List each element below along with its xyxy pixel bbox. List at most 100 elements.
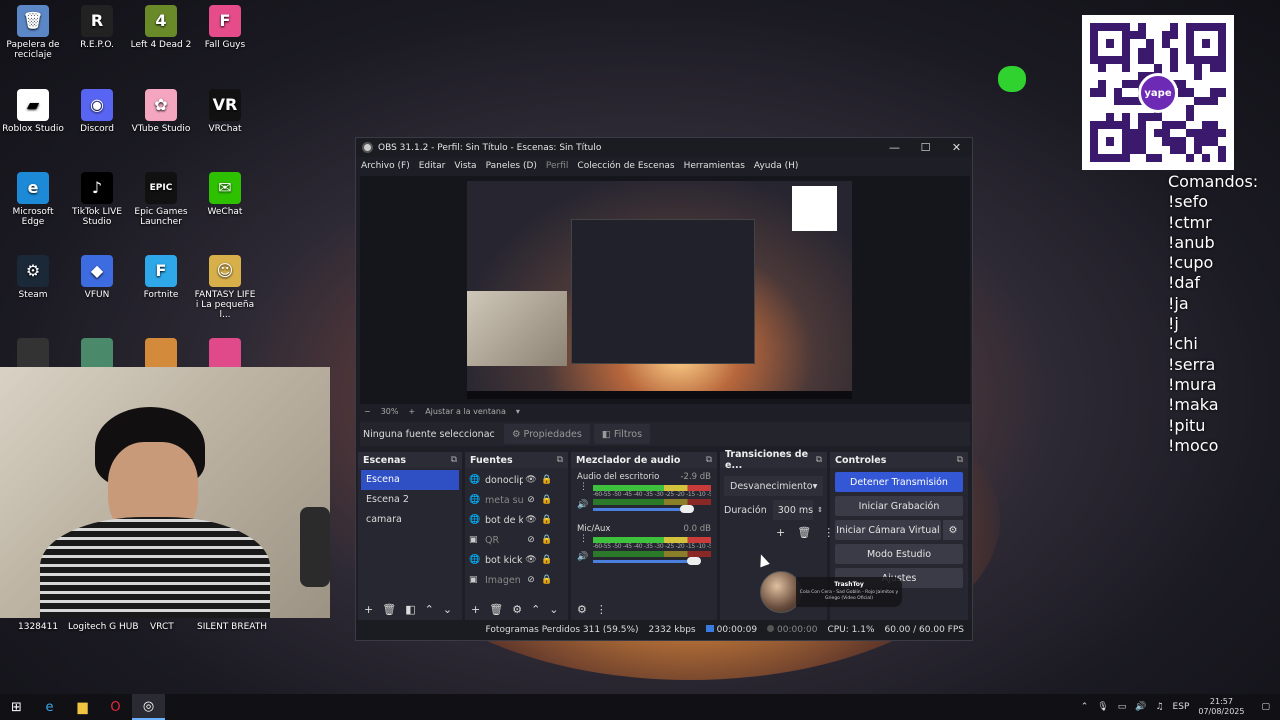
menu-item-archivo-f[interactable]: Archivo (F) <box>361 161 410 171</box>
add-source-icon[interactable]: + <box>471 603 480 616</box>
file-explorer-icon[interactable]: ▆ <box>66 694 99 720</box>
desktop-icon-epic-games-launcher[interactable]: EPIC Epic Games Launcher <box>128 172 194 227</box>
source-item[interactable]: ▣ Imagen 2⊘🔒 <box>465 570 568 590</box>
menu-item-perfil[interactable]: Perfil <box>546 161 569 171</box>
menu-item-colección-de-escenas[interactable]: Colección de Escenas <box>577 161 674 171</box>
filters-button[interactable]: ◧ Filtros <box>593 424 651 444</box>
channel-menu-icon[interactable]: ⋮ <box>579 534 588 544</box>
studio-mode-button[interactable]: Modo Estudio <box>835 544 963 564</box>
speaker-icon[interactable]: 🔊 <box>577 552 588 562</box>
advanced-audio-icon[interactable]: ⚙ <box>577 603 587 616</box>
desktop-label-silent-breath[interactable]: SILENT BREATH <box>197 622 267 632</box>
edge-icon[interactable]: e <box>33 694 66 720</box>
obs-taskbar-icon[interactable]: ◎ <box>132 694 165 720</box>
desktop-icon-tiktok-live-studio[interactable]: ♪ TikTok LIVE Studio <box>64 172 130 227</box>
move-down-icon[interactable]: ⌄ <box>443 603 452 616</box>
volume-knob[interactable] <box>687 557 701 565</box>
source-item[interactable]: 🌐 bot kick 👁 🔒 <box>465 550 568 570</box>
remove-transition-icon[interactable]: 🗑 <box>797 526 811 539</box>
source-settings-icon[interactable]: ⚙ <box>512 603 522 616</box>
lock-icon[interactable]: 🔒 <box>539 495 555 505</box>
source-item[interactable]: 🌐 bot de ki 👁 🔒 <box>465 510 568 530</box>
speaker-icon[interactable]: 🔊 <box>577 500 588 510</box>
channel-menu-icon[interactable]: ⋮ <box>579 482 588 492</box>
zoom-fit-label[interactable]: Ajustar a la ventana <box>425 407 506 416</box>
microphone-icon[interactable]: 🎙 <box>1097 702 1108 712</box>
dock-undock-icon[interactable]: ⧉ <box>706 455 712 465</box>
volume-slider[interactable] <box>593 505 694 513</box>
desktop-icon-vtube-studio[interactable]: ✿ VTube Studio <box>128 89 194 134</box>
zoom-in-icon[interactable]: + <box>408 407 415 416</box>
minimize-icon[interactable]: — <box>879 141 910 154</box>
desktop-icon-fortnite[interactable]: F Fortnite <box>128 255 194 300</box>
start-recording-button[interactable]: Iniciar Grabación <box>835 496 963 516</box>
source-item[interactable]: 🌐 meta sul ⊘ 🔒 <box>465 490 568 510</box>
desktop-icon-r-e-p-o[interactable]: R R.E.P.O. <box>64 5 130 50</box>
properties-button[interactable]: ⚙ Propiedades <box>504 424 590 444</box>
menu-item-editar[interactable]: Editar <box>419 161 446 171</box>
lock-icon[interactable]: 🔒 <box>539 475 555 485</box>
menu-item-ayuda-h[interactable]: Ayuda (H) <box>754 161 798 171</box>
chevron-up-icon[interactable]: ⌃ <box>1081 702 1089 712</box>
move-up-icon[interactable]: ⌃ <box>425 603 434 616</box>
desktop-icon-discord[interactable]: ◉ Discord <box>64 89 130 134</box>
stop-stream-button[interactable]: Detener Transmisión <box>835 472 963 492</box>
menu-item-vista[interactable]: Vista <box>454 161 476 171</box>
move-up-icon[interactable]: ⌃ <box>531 603 540 616</box>
menu-item-herramientas[interactable]: Herramientas <box>684 161 745 171</box>
move-down-icon[interactable]: ⌄ <box>549 603 558 616</box>
eye-icon[interactable]: 👁 <box>523 475 539 485</box>
source-item[interactable]: ▣ QR ⊘ 🔒 <box>465 530 568 550</box>
transition-select[interactable]: Desvanecimiento ▾ <box>724 476 823 496</box>
dock-undock-icon[interactable]: ⧉ <box>451 455 457 465</box>
scene-item[interactable]: Escena 2 <box>361 490 459 510</box>
zoom-out-icon[interactable]: − <box>364 407 371 416</box>
scene-item[interactable]: camara <box>361 510 459 530</box>
lock-icon[interactable]: 🔒 <box>539 515 555 525</box>
scene-filter-icon[interactable]: ◧ <box>405 603 415 616</box>
lock-icon[interactable]: 🔒 <box>539 575 555 585</box>
mixer-menu-icon[interactable]: ⋮ <box>596 603 607 616</box>
desktop-icon-roblox-studio[interactable]: ▰ Roblox Studio <box>0 89 66 134</box>
dock-undock-icon[interactable]: ⧉ <box>957 455 963 465</box>
desktop-icon-vfun[interactable]: ◆ VFUN <box>64 255 130 300</box>
lock-icon[interactable]: 🔒 <box>539 555 555 565</box>
dock-undock-icon[interactable]: ⧉ <box>557 455 563 465</box>
obs-preview[interactable] <box>360 176 970 404</box>
close-icon[interactable]: ✕ <box>941 141 972 154</box>
eye-off-icon[interactable]: ⊘ <box>523 535 539 545</box>
desktop-icon-fall-guys[interactable]: F Fall Guys <box>192 5 258 50</box>
desktop-icon-vrchat[interactable]: VR VRChat <box>192 89 258 134</box>
remove-source-icon[interactable]: 🗑 <box>489 603 503 616</box>
virtual-cam-button[interactable]: Iniciar Cámara Virtual <box>835 520 941 540</box>
desktop-icon-microsoft-edge[interactable]: e Microsoft Edge <box>0 172 66 227</box>
duration-field[interactable]: 300 ms <box>772 500 814 520</box>
gear-icon[interactable]: ⚙ <box>943 520 963 540</box>
desktop-icon-left-4-dead-2[interactable]: 4 Left 4 Dead 2 <box>128 5 194 50</box>
add-transition-icon[interactable]: + <box>776 526 785 539</box>
obs-titlebar[interactable]: OBS 31.1.2 - Perfil: Sin Título - Escena… <box>356 138 972 157</box>
headset-icon[interactable]: ♫ <box>1155 702 1163 712</box>
windows-start-icon[interactable]: ⊞ <box>0 694 33 720</box>
eye-icon[interactable]: 👁 <box>523 515 539 525</box>
menu-item-paneles-d[interactable]: Paneles (D) <box>486 161 537 171</box>
network-icon[interactable]: ▭ <box>1118 702 1127 712</box>
chevron-down-icon[interactable]: ▾ <box>516 407 520 416</box>
eye-icon[interactable]: 👁 <box>523 555 539 565</box>
maximize-icon[interactable]: ☐ <box>910 141 941 154</box>
eye-off-icon[interactable]: ⊘ <box>523 575 539 585</box>
language-indicator[interactable]: ESP <box>1173 702 1190 712</box>
dock-undock-icon[interactable]: ⧉ <box>816 455 822 465</box>
desktop-icon-papelera-de-reciclaje[interactable]: 🗑 Papelera de reciclaje <box>0 5 66 60</box>
opera-icon[interactable]: O <box>99 694 132 720</box>
stepper-icon[interactable]: ⇕ <box>817 506 823 514</box>
eye-off-icon[interactable]: ⊘ <box>523 495 539 505</box>
desktop-icon-fantasy-life-i-la-peque-a-l[interactable]: ☺ FANTASY LIFE i La pequeña l... <box>192 255 258 320</box>
lock-icon[interactable]: 🔒 <box>539 535 555 545</box>
desktop-icon-wechat[interactable]: ✉ WeChat <box>192 172 258 217</box>
desktop-label-1[interactable]: 1328411 <box>18 622 58 632</box>
clock[interactable]: 21:57 07/08/2025 <box>1198 697 1244 717</box>
scene-item[interactable]: Escena <box>361 470 459 490</box>
desktop-icon-steam[interactable]: ⚙ Steam <box>0 255 66 300</box>
speaker-icon[interactable]: 🔊 <box>1135 702 1146 712</box>
